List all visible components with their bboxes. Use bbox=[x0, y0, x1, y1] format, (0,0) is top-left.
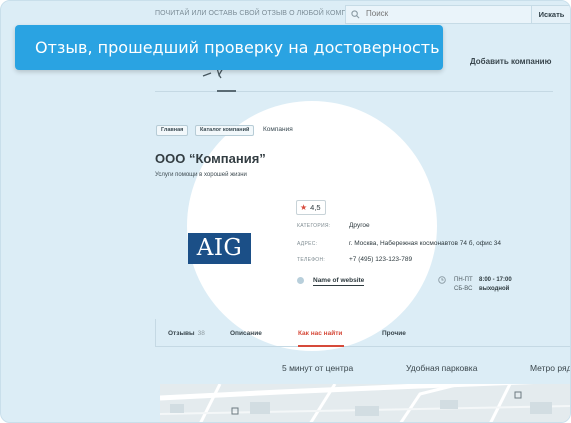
tabs-border bbox=[155, 319, 156, 347]
tab-active-indicator bbox=[298, 345, 344, 347]
map-streets bbox=[160, 384, 570, 422]
search-input[interactable] bbox=[366, 9, 516, 18]
company-logo: AIG bbox=[188, 233, 251, 264]
app-window: ПОЧИТАЙ ИЛИ ОСТАВЬ СВОЙ ОТЗЫВ О ЛЮБОЙ КО… bbox=[0, 0, 571, 423]
breadcrumb-current: Компания bbox=[263, 126, 293, 133]
phone-label: ТЕЛЕФОН: bbox=[297, 257, 326, 263]
hours-weekdays-value: 8:00 - 17:00 bbox=[479, 277, 512, 283]
header-tagline: ПОЧИТАЙ ИЛИ ОСТАВЬ СВОЙ ОТЗЫВ О ЛЮБОЙ КО… bbox=[155, 10, 367, 17]
hours-weekdays-label: ПН-ПТ bbox=[454, 277, 473, 283]
rating-value: 4,5 bbox=[310, 203, 321, 212]
company-title: ООО “Компания” bbox=[155, 151, 266, 166]
company-slogan: Услуги помощи в хорошей жизни bbox=[155, 172, 247, 178]
clock-icon bbox=[438, 276, 446, 284]
tabs-divider bbox=[155, 346, 570, 347]
location-map[interactable] bbox=[160, 384, 570, 422]
website-link[interactable]: Name of website bbox=[313, 277, 365, 286]
category-label: КАТЕГОРИЯ: bbox=[297, 223, 331, 229]
hours-weekend-label: СБ-ВС bbox=[454, 286, 473, 292]
nav-divider bbox=[155, 91, 553, 92]
verified-review-banner: Отзыв, прошедший проверку на достовернос… bbox=[15, 25, 443, 70]
tab-directions[interactable]: Как нас найти bbox=[298, 330, 342, 337]
address-label: АДРЕС: bbox=[297, 241, 318, 247]
nav-active-indicator bbox=[217, 90, 236, 92]
tab-reviews[interactable]: Отзывы 38 bbox=[168, 330, 205, 337]
feature-item: Метро ряд bbox=[530, 363, 571, 373]
breadcrumb-catalog[interactable]: Каталог компаний bbox=[195, 125, 255, 136]
feature-item: Удобная парковка bbox=[406, 363, 478, 373]
search-button[interactable]: Искать bbox=[531, 5, 570, 24]
tab-reviews-count: 38 bbox=[197, 330, 205, 337]
tab-reviews-label: Отзывы bbox=[168, 330, 195, 337]
breadcrumb-home[interactable]: Главная bbox=[156, 125, 189, 136]
add-company-link[interactable]: Добавить компанию bbox=[470, 57, 551, 66]
phone-value: +7 (495) 123-123-789 bbox=[349, 256, 413, 263]
address-value: г. Москва, Набережная космонавтов 74 б, … bbox=[349, 240, 502, 247]
rating-badge: ★ 4,5 bbox=[296, 200, 326, 215]
search-icon[interactable] bbox=[351, 10, 360, 19]
tab-description[interactable]: Описание bbox=[230, 330, 262, 337]
category-value: Другое bbox=[349, 222, 370, 229]
star-icon: ★ bbox=[300, 203, 308, 212]
tab-other[interactable]: Прочие bbox=[382, 330, 406, 337]
feature-item: 5 минут от центра bbox=[282, 363, 354, 373]
globe-icon bbox=[297, 277, 304, 284]
hours-weekend-value: выходной bbox=[479, 286, 510, 292]
